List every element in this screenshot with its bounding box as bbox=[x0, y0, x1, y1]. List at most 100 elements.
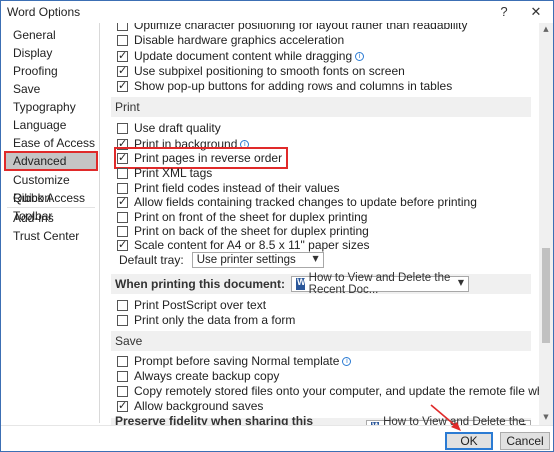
checkbox[interactable] bbox=[117, 370, 128, 382]
option-row[interactable]: Use subpixel positioning to smooth fonts… bbox=[117, 63, 405, 79]
checkbox[interactable] bbox=[117, 167, 128, 179]
option-row[interactable]: Use draft quality bbox=[117, 120, 221, 136]
ok-button[interactable]: OK bbox=[445, 432, 493, 450]
sidebar-item-ease-of-access[interactable]: Ease of Access bbox=[5, 134, 97, 152]
scroll-up-icon[interactable]: ▲ bbox=[541, 25, 551, 35]
sidebar-item-add-ins[interactable]: Add-ins bbox=[5, 209, 97, 227]
help-button[interactable]: ? bbox=[489, 1, 519, 23]
cancel-button[interactable]: Cancel bbox=[500, 432, 550, 450]
sidebar-divider bbox=[7, 207, 95, 208]
section-title: When printing this document: bbox=[115, 277, 285, 291]
option-label: Always create backup copy bbox=[134, 369, 280, 383]
window-title: Word Options bbox=[7, 5, 81, 19]
checkbox[interactable] bbox=[117, 137, 128, 150]
checkbox[interactable] bbox=[117, 238, 128, 251]
option-label: Disable hardware graphics acceleration bbox=[134, 33, 345, 47]
option-row[interactable]: Allow background saves bbox=[117, 398, 263, 414]
scroll-thumb[interactable] bbox=[542, 248, 550, 343]
option-row[interactable]: Print PostScript over text bbox=[117, 297, 266, 313]
checkbox[interactable] bbox=[117, 355, 128, 367]
option-label: Print field codes instead of their value… bbox=[134, 181, 340, 195]
checkbox[interactable] bbox=[117, 399, 128, 412]
sidebar-item-display[interactable]: Display bbox=[5, 44, 97, 62]
option-label: Print on back of the sheet for duplex pr… bbox=[134, 224, 369, 238]
option-label: Use subpixel positioning to smooth fonts… bbox=[134, 64, 405, 78]
checkbox[interactable] bbox=[117, 23, 128, 31]
chevron-down-icon: ▼ bbox=[312, 254, 319, 263]
option-label: Print only the data from a form bbox=[134, 313, 296, 327]
sidebar-item-customize-ribbon[interactable]: Customize Ribbon bbox=[5, 171, 97, 205]
word-document-icon bbox=[295, 277, 305, 290]
dropdown-value: How to View and Delete the Recent Doc... bbox=[308, 272, 451, 296]
when-printing-section-header: When printing this document: How to View… bbox=[111, 272, 531, 296]
sidebar-item-save[interactable]: Save bbox=[5, 80, 97, 98]
option-label: Show pop-up buttons for adding rows and … bbox=[134, 79, 453, 93]
option-label: Copy remotely stored files onto your com… bbox=[134, 384, 539, 398]
option-label: Print XML tags bbox=[134, 166, 213, 180]
close-icon[interactable]: ✕ bbox=[521, 1, 551, 23]
scroll-down-icon[interactable]: ▼ bbox=[541, 413, 551, 423]
checkbox[interactable] bbox=[117, 299, 128, 311]
option-label: Print pages in reverse order bbox=[134, 151, 283, 165]
sidebar-item-general[interactable]: General bbox=[5, 26, 97, 44]
section-title: Save bbox=[115, 334, 143, 348]
option-label: Allow background saves bbox=[134, 399, 264, 413]
sidebar-item-trust-center[interactable]: Trust Center bbox=[5, 227, 97, 245]
option-label: Print on front of the sheet for duplex p… bbox=[134, 210, 368, 224]
preserve-fidelity-section-header: Preserve fidelity when sharing this docu… bbox=[111, 414, 531, 425]
option-label: Use draft quality bbox=[134, 121, 221, 135]
sidebar-item-language[interactable]: Language bbox=[5, 116, 97, 134]
advanced-options-panel: Optimize character positioning for layou… bbox=[101, 23, 539, 425]
option-row[interactable]: Disable hardware graphics acceleration bbox=[117, 32, 344, 48]
option-label: Prompt before saving Normal template bbox=[134, 354, 340, 368]
annotation-arrow-icon bbox=[430, 404, 461, 431]
option-row[interactable]: Print only the data from a form bbox=[117, 312, 295, 328]
sidebar-item-proofing[interactable]: Proofing bbox=[5, 62, 97, 80]
option-label: Optimize character positioning for layou… bbox=[134, 23, 468, 32]
checkbox[interactable] bbox=[117, 49, 128, 62]
save-section-header: Save bbox=[111, 331, 531, 351]
info-icon: i bbox=[355, 51, 365, 61]
vertical-scrollbar[interactable]: ▲ ▼ bbox=[539, 23, 553, 425]
options-sidebar: General Display Proofing Save Typography… bbox=[1, 23, 100, 423]
title-bar: Word Options ? ✕ bbox=[1, 1, 553, 23]
checkbox[interactable] bbox=[117, 195, 128, 208]
section-title: Preserve fidelity when sharing this docu… bbox=[115, 414, 314, 425]
info-icon: i bbox=[342, 356, 352, 366]
when-printing-document-dropdown[interactable]: How to View and Delete the Recent Doc...… bbox=[290, 272, 469, 296]
option-label: Print in background bbox=[134, 137, 238, 151]
chevron-down-icon: ▼ bbox=[457, 278, 464, 287]
option-label: Allow fields containing tracked changes … bbox=[134, 195, 477, 209]
sidebar-item-typography[interactable]: Typography bbox=[5, 98, 97, 116]
checkbox[interactable] bbox=[117, 64, 128, 77]
option-row[interactable]: Print XML tags bbox=[117, 165, 212, 181]
checkbox[interactable] bbox=[117, 79, 128, 92]
sidebar-item-advanced[interactable]: Advanced bbox=[4, 151, 98, 171]
option-row[interactable]: Prompt before saving Normal template i bbox=[117, 353, 352, 369]
checkbox[interactable] bbox=[117, 225, 128, 237]
sidebar-item-quick-access-toolbar[interactable]: Quick Access Toolbar bbox=[5, 189, 97, 223]
option-row[interactable]: Scale content for A4 or 8.5 x 11" paper … bbox=[117, 237, 370, 253]
option-row[interactable]: Update document content while dragging i bbox=[117, 48, 365, 64]
checkbox[interactable] bbox=[117, 122, 128, 134]
dropdown-value: Use printer settings bbox=[196, 254, 296, 266]
checkbox[interactable] bbox=[117, 314, 128, 326]
option-row[interactable]: Always create backup copy bbox=[117, 368, 279, 384]
section-title: Print bbox=[115, 100, 140, 114]
option-row[interactable]: Copy remotely stored files onto your com… bbox=[117, 383, 539, 399]
checkbox[interactable] bbox=[117, 182, 128, 194]
checkbox[interactable] bbox=[117, 151, 128, 164]
print-reverse-order-option[interactable]: Print pages in reverse order bbox=[113, 147, 289, 169]
option-label: Print PostScript over text bbox=[134, 298, 267, 312]
option-row[interactable]: Show pop-up buttons for adding rows and … bbox=[117, 78, 452, 94]
checkbox[interactable] bbox=[117, 385, 128, 397]
option-row[interactable]: Allow fields containing tracked changes … bbox=[117, 194, 477, 210]
dialog-footer: OK Cancel bbox=[1, 425, 553, 451]
default-tray-dropdown[interactable]: Use printer settings ▼ bbox=[191, 252, 324, 268]
default-tray-label: Default tray: bbox=[119, 253, 184, 267]
print-section-header: Print bbox=[111, 97, 531, 117]
checkbox[interactable] bbox=[117, 211, 128, 223]
info-icon: i bbox=[240, 139, 250, 149]
default-tray-row: Default tray: Use printer settings ▼ bbox=[119, 252, 324, 268]
checkbox[interactable] bbox=[117, 34, 128, 46]
